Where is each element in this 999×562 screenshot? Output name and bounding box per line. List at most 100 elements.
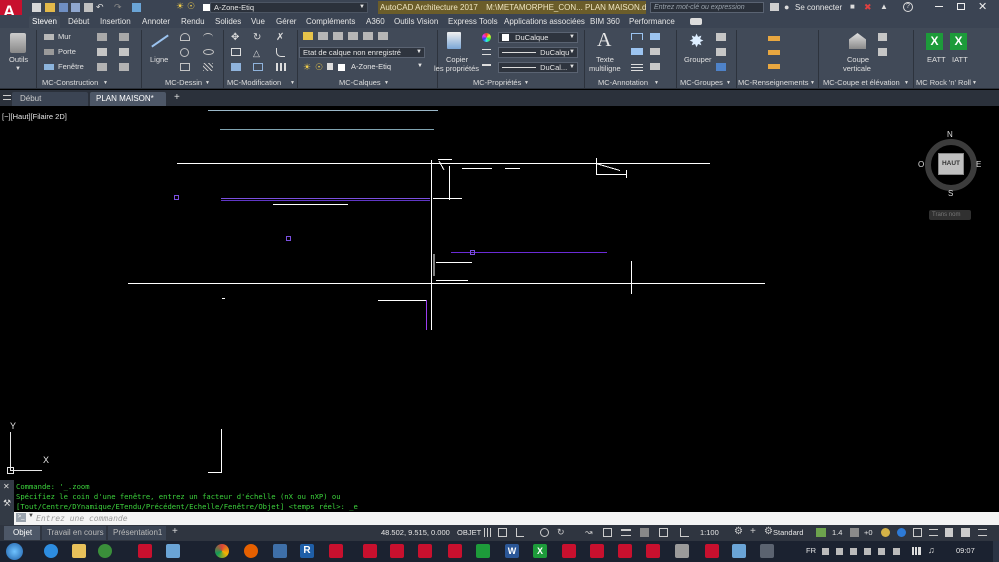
command-input[interactable]: Entrez une commande xyxy=(36,513,128,524)
group-button-label[interactable]: Grouper xyxy=(684,55,712,65)
active-app-icon[interactable] xyxy=(760,544,774,558)
object-snap-icon[interactable] xyxy=(603,528,612,537)
lineweight-dropdown[interactable]: DuCal... ▼ xyxy=(498,62,578,73)
tab-annoter[interactable]: Annoter xyxy=(139,16,173,28)
fillet-icon[interactable] xyxy=(276,48,285,57)
save-as-icon[interactable] xyxy=(71,3,80,12)
doc-tab-debut[interactable]: Début xyxy=(12,92,88,106)
tab-vue[interactable]: Vue xyxy=(248,16,268,28)
user-icon[interactable]: ● xyxy=(784,2,789,12)
isodraft-icon[interactable]: ↻ xyxy=(557,527,565,538)
construction-tool-6-icon[interactable] xyxy=(119,63,129,71)
line-button-label[interactable]: Ligne xyxy=(150,55,168,65)
search-binoculars-icon[interactable] xyxy=(770,3,779,11)
section-button-label-2[interactable]: verticale xyxy=(843,64,871,74)
ucs-menu-button[interactable]: Trans nom xyxy=(929,210,971,220)
layer-tool-icon[interactable] xyxy=(318,32,328,40)
panel-mc-rock-n-roll[interactable]: MC Rock 'n' Roll xyxy=(916,78,971,88)
display-config-icon[interactable] xyxy=(816,528,826,537)
circle-icon[interactable] xyxy=(180,48,189,57)
panel-mc-modification[interactable]: MC-Modification xyxy=(227,78,281,88)
lock-ui-icon[interactable] xyxy=(945,528,953,537)
tab-solides[interactable]: Solides xyxy=(212,16,244,28)
exchange-icon[interactable]: ✖ xyxy=(864,2,872,13)
match-properties-icon[interactable] xyxy=(447,32,461,49)
measure-icon[interactable] xyxy=(768,36,780,41)
scale-icon[interactable] xyxy=(253,63,263,71)
annotation-tool-icon[interactable] xyxy=(650,48,660,55)
tray-icon[interactable] xyxy=(864,548,871,555)
paint-icon[interactable] xyxy=(166,544,180,558)
group-tool-icon[interactable] xyxy=(716,48,726,56)
autocad-taskbar-icon[interactable] xyxy=(562,544,576,558)
autocad-taskbar-icon[interactable] xyxy=(329,544,343,558)
sign-in-button[interactable]: Se connecter xyxy=(795,2,842,13)
elevation-value[interactable]: 1.4 xyxy=(832,527,842,539)
copy-properties-label-2[interactable]: les propriétés xyxy=(434,64,479,74)
table-icon[interactable] xyxy=(631,63,643,71)
selection-cycling-icon[interactable] xyxy=(659,528,668,537)
array-icon[interactable] xyxy=(276,63,286,71)
chrome-icon[interactable] xyxy=(215,544,229,558)
viewcube-face[interactable]: HAUT xyxy=(938,153,964,175)
polyline-icon[interactable] xyxy=(180,33,190,41)
layout-tab-presentation1[interactable]: Présentation1 xyxy=(108,526,166,540)
redo-icon[interactable]: ↷ xyxy=(114,2,122,13)
tab-bim-360[interactable]: BIM 360 xyxy=(587,16,623,28)
multiline-text-icon[interactable]: A xyxy=(597,29,611,52)
autocad-taskbar-icon[interactable] xyxy=(418,544,432,558)
color-dropdown[interactable]: DuCalque ▼ xyxy=(498,32,578,43)
autocad-taskbar-icon[interactable] xyxy=(390,544,404,558)
spreadsheet-icon[interactable] xyxy=(476,544,490,558)
plot-icon[interactable] xyxy=(84,3,93,12)
tab-performance[interactable]: Performance xyxy=(626,16,678,28)
workspace-gear-icon[interactable]: ⚙ xyxy=(764,526,773,537)
new-file-icon[interactable] xyxy=(32,3,41,12)
arc-icon[interactable] xyxy=(203,33,213,41)
transparency-icon[interactable] xyxy=(640,528,649,537)
show-desktop-button[interactable] xyxy=(993,541,999,562)
file-explorer-icon[interactable] xyxy=(72,544,86,558)
undo-icon[interactable]: ↶ xyxy=(96,2,104,13)
door-button[interactable]: Porte xyxy=(58,47,76,57)
internet-explorer-icon[interactable] xyxy=(44,544,58,558)
status-menu-icon[interactable] xyxy=(978,529,987,536)
add-layout-plus-icon[interactable]: + xyxy=(172,526,178,537)
wall-button[interactable]: Mur xyxy=(58,32,71,42)
wrench-icon[interactable]: ⚒ xyxy=(3,498,11,509)
tab-insertion[interactable]: Insertion xyxy=(97,16,134,28)
panel-mc-coupe-elevation[interactable]: MC-Coupe et élévation xyxy=(823,78,900,88)
start-button-icon[interactable] xyxy=(6,543,23,560)
ribbon-minimize-icon[interactable] xyxy=(690,18,702,25)
add-icon[interactable]: + xyxy=(750,526,756,537)
tool-icon[interactable] xyxy=(675,544,689,558)
save-icon[interactable] xyxy=(59,3,68,12)
clean-screen-icon[interactable] xyxy=(913,528,922,537)
line-icon[interactable] xyxy=(151,34,169,48)
area-icon[interactable] xyxy=(768,50,780,55)
layer-tool-icon[interactable] xyxy=(333,32,343,40)
annotation-tool-icon[interactable] xyxy=(650,33,660,40)
tab-applications-associees[interactable]: Applications associées xyxy=(501,16,588,28)
leader-icon[interactable] xyxy=(631,48,643,55)
coordinates-readout[interactable]: 48.502, 9.515, 0.000 xyxy=(381,527,450,539)
autocad-taskbar-icon[interactable] xyxy=(363,544,377,558)
layer-tool-icon[interactable] xyxy=(378,32,388,40)
dimension-icon[interactable] xyxy=(631,33,643,40)
command-input-bar[interactable]: >_ ▼ Entrez une commande xyxy=(14,512,999,525)
layer-dropdown[interactable]: A-Zone-Etiq ▼ xyxy=(348,62,425,73)
layer-tool-icon[interactable] xyxy=(348,32,358,40)
cut-plane-value[interactable]: +0 xyxy=(864,527,873,539)
drawing-canvas[interactable]: [−][Haut][Filaire 2D] HAUT N S E O Trans… xyxy=(0,106,999,480)
linetype-dropdown[interactable]: DuCalqu ▼ xyxy=(498,47,578,58)
layer-on-icon[interactable]: ☀ xyxy=(176,1,184,12)
close-icon[interactable]: ✕ xyxy=(978,0,987,13)
panel-mc-calques[interactable]: MC-Calques xyxy=(339,78,381,88)
layer-color-swatch[interactable] xyxy=(203,4,210,11)
clock[interactable]: 09:07 xyxy=(956,546,975,555)
cart-icon[interactable]: ■ xyxy=(850,2,855,11)
screen-icon[interactable] xyxy=(273,544,287,558)
viewcube[interactable]: HAUT N S E O xyxy=(918,130,981,198)
list-icon[interactable] xyxy=(768,64,780,69)
trim-icon[interactable]: ✗ xyxy=(276,32,284,43)
